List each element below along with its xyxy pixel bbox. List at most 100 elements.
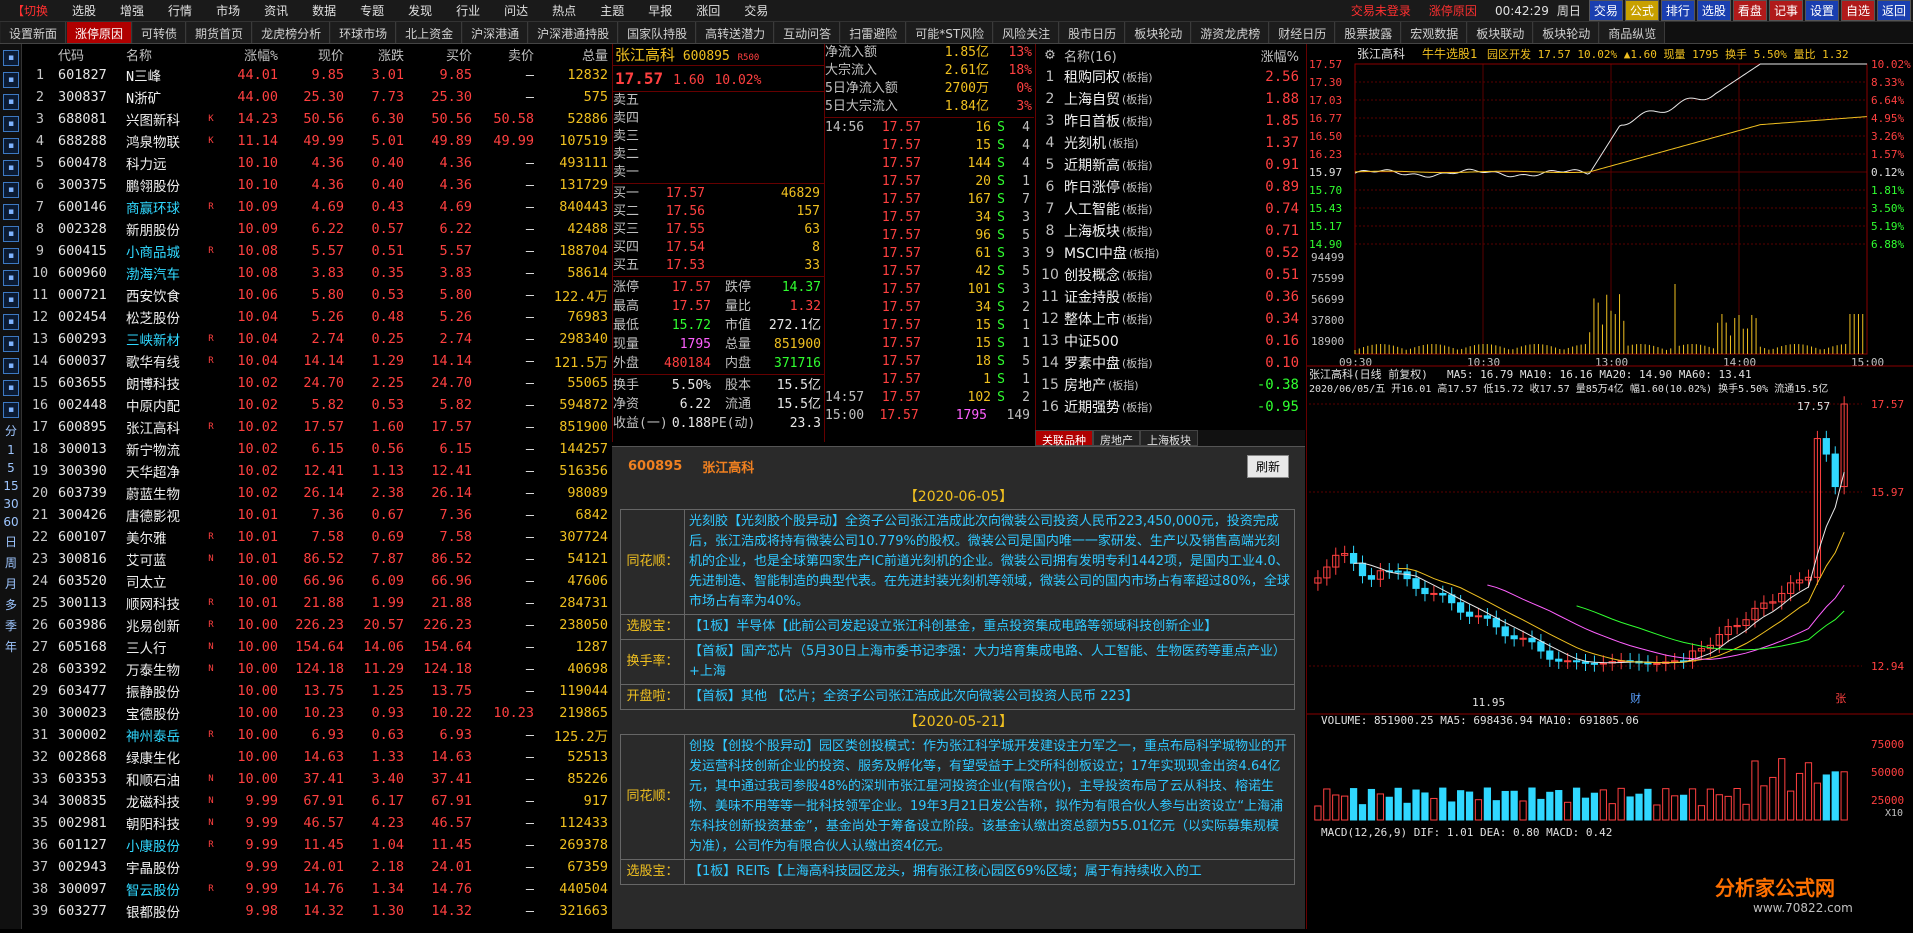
toolbar-button-2[interactable]: 排行 [1660, 0, 1695, 21]
table-row[interactable]: 18 300013 新宁物流 10.02 6.15 0.56 6.15 – 144257 [22, 438, 610, 460]
stock-name[interactable]: N浙矿 [120, 87, 200, 107]
related-header-pct[interactable]: 涨幅% [1245, 46, 1305, 65]
stock-name[interactable]: 和顺石油 [120, 769, 200, 789]
tab-5[interactable]: 环球市场 [330, 22, 397, 43]
stock-name[interactable]: 顺网科技 [120, 593, 200, 613]
table-row[interactable]: 6 300375 鹏翎股份 10.10 4.36 0.40 4.36 – 131729 [22, 174, 610, 196]
tab-13[interactable]: 可能*ST风险 [906, 22, 994, 43]
sidebar-tool-icon[interactable]: ▪ [3, 380, 19, 396]
table-row[interactable]: 39 603277 银都股份 9.98 14.32 1.30 14.32 – 321663 [22, 900, 610, 922]
sidebar-tool-icon[interactable]: ▪ [3, 160, 19, 176]
stock-name[interactable]: 歌华有线 [120, 351, 200, 371]
tab-0[interactable]: 设置新面 [0, 22, 67, 43]
list-item[interactable]: 4 光刻机 (板指) 1.37 [1036, 132, 1305, 154]
stock-name[interactable]: 绿康生化 [120, 747, 200, 767]
list-item[interactable]: 9 MSCI中盘 (板指) 0.52 [1036, 242, 1305, 264]
column-header[interactable]: 代码 [58, 45, 120, 64]
tab-2[interactable]: 可转债 [132, 22, 187, 43]
table-row[interactable]: 11 000721 西安饮食 10.06 5.80 0.53 5.80 – 122.4万 [22, 284, 610, 306]
period-button-5[interactable]: 60 [0, 515, 22, 529]
sidebar-tool-icon[interactable]: ▪ [3, 204, 19, 220]
sidebar-tool-icon[interactable]: ▪ [3, 270, 19, 286]
stock-name[interactable]: 唐德影视 [120, 505, 200, 525]
tab-7[interactable]: 沪深港通 [462, 22, 529, 43]
tab-9[interactable]: 国家队持股 [618, 22, 697, 43]
sidebar-tool-icon[interactable]: ▪ [3, 94, 19, 110]
list-item[interactable]: 7 人工智能 (板指) 0.74 [1036, 198, 1305, 220]
tab-4[interactable]: 龙虎榜分析 [252, 22, 331, 43]
table-row[interactable]: 4 688288 鸿泉物联 K 11.14 49.99 5.01 49.89 49.99 1075… [22, 130, 610, 152]
stock-name[interactable]: 银都股份 [120, 901, 200, 921]
tab-19[interactable]: 股票披露 [1335, 22, 1402, 43]
menu-item-11[interactable]: 主题 [588, 2, 636, 19]
stock-name[interactable]: 新宁物流 [120, 439, 200, 459]
toolbar-button-8[interactable]: 返回 [1876, 0, 1911, 21]
stock-name[interactable]: 司太立 [120, 571, 200, 591]
toolbar-button-1[interactable]: 公式 [1624, 0, 1659, 21]
table-row[interactable]: 5 600478 科力远 10.10 4.36 0.40 4.36 – 493111 [22, 152, 610, 174]
tab-1[interactable]: 涨停原因 [66, 22, 133, 43]
tab-10[interactable]: 高转送潜力 [696, 22, 775, 43]
list-item[interactable]: 14 罗素中盘 (板指) 0.10 [1036, 352, 1305, 374]
stock-name[interactable]: 蔚蓝生物 [120, 483, 200, 503]
stock-name[interactable]: 宝德股份 [120, 703, 200, 723]
tab-12[interactable]: 扫雷避险 [840, 22, 907, 43]
menu-item-8[interactable]: 行业 [444, 2, 492, 19]
stock-name[interactable]: 智云股份 [120, 879, 200, 899]
table-row[interactable]: 26 603986 兆易创新 R 10.00 226.23 20.57 226.23 – 2380… [22, 614, 610, 636]
menu-item-12[interactable]: 早报 [636, 2, 684, 19]
stock-name[interactable]: 朗博科技 [120, 373, 200, 393]
list-item[interactable]: 3 昨日首板 (板指) 1.85 [1036, 110, 1305, 132]
table-row[interactable]: 20 603739 蔚蓝生物 10.02 26.14 2.38 26.14 – 98089 [22, 482, 610, 504]
sidebar-tool-icon[interactable]: ▪ [3, 292, 19, 308]
table-row[interactable]: 2 300837 N浙矿 44.00 25.30 7.73 25.30 – 575 [22, 86, 610, 108]
stock-name[interactable]: 新朋股份 [120, 219, 200, 239]
table-row[interactable]: 7 600146 商赢环球 R 10.09 4.69 0.43 4.69 – 840443 [22, 196, 610, 218]
stock-name[interactable]: 朝阳科技 [120, 813, 200, 833]
stock-name[interactable]: 艾可蓝 [120, 549, 200, 569]
tab-6[interactable]: 北上资金 [396, 22, 463, 43]
period-button-6[interactable]: 日 [0, 533, 22, 550]
table-row[interactable]: 34 300835 龙磁科技 N 9.99 67.91 6.17 67.91 – 917 [22, 790, 610, 812]
column-header[interactable]: 名称 [120, 45, 200, 64]
period-button-0[interactable]: 分 [0, 422, 22, 439]
chart-canvas[interactable]: 张江高科 牛牛选股1 园区开发 17.57 10.02% ▲1.60 现量 1795… [1307, 44, 1913, 929]
table-row[interactable]: 12 002454 松芝股份 10.04 5.26 0.48 5.26 – 76983 [22, 306, 610, 328]
table-row[interactable]: 8 002328 新朋股份 10.09 6.22 0.57 6.22 – 42488 [22, 218, 610, 240]
tab-11[interactable]: 互动问答 [774, 22, 841, 43]
sidebar-tool-icon[interactable]: ▪ [3, 358, 19, 374]
table-row[interactable]: 37 002943 宇晶股份 9.99 24.01 2.18 24.01 – 67359 [22, 856, 610, 878]
related-tab-0[interactable]: 关联品种 [1035, 430, 1093, 447]
table-row[interactable]: 10 600960 渤海汽车 10.08 3.83 0.35 3.83 – 58614 [22, 262, 610, 284]
table-row[interactable]: 1 601827 N三峰 44.01 9.85 3.01 9.85 – 12832 [22, 64, 610, 86]
column-header[interactable]: 现价 [278, 45, 344, 64]
menu-item-7[interactable]: 发现 [396, 2, 444, 19]
table-row[interactable]: 9 600415 小商品城 R 10.08 5.57 0.51 5.57 – 188704 [22, 240, 610, 262]
sidebar-tool-icon[interactable]: ▪ [3, 72, 19, 88]
menu-item-13[interactable]: 涨回 [684, 2, 732, 19]
toolbar-button-3[interactable]: 选股 [1696, 0, 1731, 21]
sidebar-tool-icon[interactable]: ▪ [3, 116, 19, 132]
table-row[interactable]: 17 600895 张江高科 R 10.02 17.57 1.60 17.57 – 851900 [22, 416, 610, 438]
menu-item-3[interactable]: 市场 [204, 2, 252, 19]
column-header[interactable]: 卖价 [472, 45, 534, 64]
stock-name[interactable]: 龙磁科技 [120, 791, 200, 811]
tab-23[interactable]: 商品纵览 [1599, 22, 1666, 43]
stock-name[interactable]: 万泰生物 [120, 659, 200, 679]
toolbar-button-4[interactable]: 看盘 [1732, 0, 1767, 21]
column-header[interactable]: 涨幅% [222, 45, 278, 64]
menu-item-14[interactable]: 交易 [732, 2, 780, 19]
table-row[interactable]: 28 603392 万泰生物 N 10.00 124.18 11.29 124.18 – 4069… [22, 658, 610, 680]
stock-name[interactable]: 神州泰岳 [120, 725, 200, 745]
toolbar-button-0[interactable]: 交易 [1588, 0, 1623, 21]
menu-item-0[interactable]: 选股 [60, 2, 108, 19]
sidebar-tool-icon[interactable]: ▪ [3, 336, 19, 352]
menu-item-5[interactable]: 数据 [300, 2, 348, 19]
list-item[interactable]: 10 创投概念 (板指) 0.51 [1036, 264, 1305, 286]
toolbar-button-5[interactable]: 记事 [1768, 0, 1803, 21]
list-item[interactable]: 11 证金持股 (板指) 0.36 [1036, 286, 1305, 308]
menu-item-1[interactable]: 增强 [108, 2, 156, 19]
sidebar-tool-icon[interactable]: ▪ [3, 248, 19, 264]
list-item[interactable]: 5 近期新高 (板指) 0.91 [1036, 154, 1305, 176]
menu-item-2[interactable]: 行情 [156, 2, 204, 19]
